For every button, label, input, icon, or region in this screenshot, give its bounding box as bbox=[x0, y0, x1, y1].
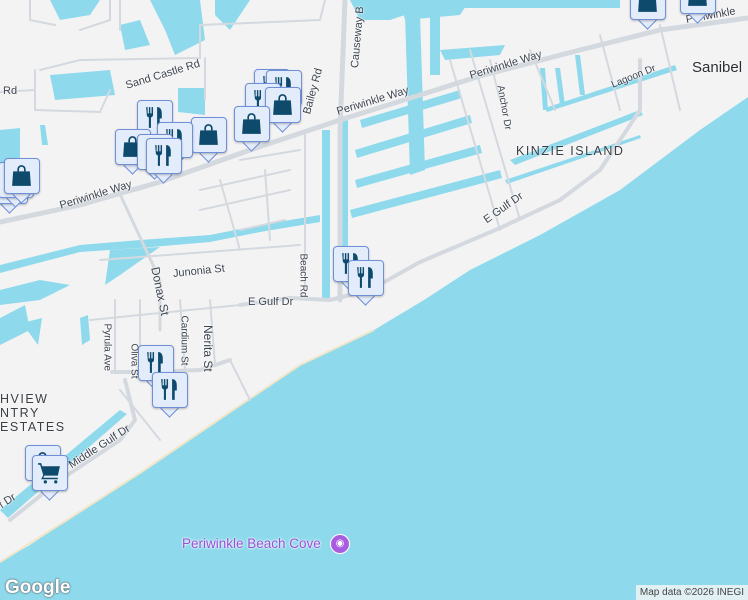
poi-label[interactable]: Periwinkle Beach Cove bbox=[182, 536, 321, 551]
road-label: Rd bbox=[3, 85, 18, 97]
shopping-marker[interactable] bbox=[191, 117, 227, 163]
restaurant-marker[interactable] bbox=[146, 138, 182, 184]
google-logo[interactable]: Google bbox=[5, 577, 70, 599]
road-label: Cardium St bbox=[178, 315, 190, 366]
road-label: Pyrula Ave bbox=[101, 323, 113, 372]
restaurant-marker[interactable] bbox=[152, 372, 188, 418]
shopping-marker[interactable] bbox=[680, 0, 716, 24]
area-label-kinzie-island: KINZIE ISLAND bbox=[516, 144, 625, 158]
shopping-marker[interactable] bbox=[265, 87, 301, 133]
road-label: Beach Rd bbox=[297, 253, 309, 298]
restaurant-marker[interactable] bbox=[348, 260, 384, 306]
shopping-marker[interactable] bbox=[630, 0, 666, 30]
area-label-estates: HVIEW NTRY ESTATES bbox=[0, 392, 66, 434]
map-attribution[interactable]: Map data ©2026 INEGI bbox=[635, 585, 748, 600]
road-label: Nerita St bbox=[201, 325, 215, 372]
road-label: E Gulf Dr bbox=[248, 296, 294, 308]
city-label-sanibel: Sanibel bbox=[692, 59, 743, 76]
shopping-marker[interactable] bbox=[234, 106, 270, 152]
shopping-marker[interactable] bbox=[4, 158, 40, 204]
grocery-marker[interactable] bbox=[32, 455, 68, 501]
camera-icon[interactable]: ◉ bbox=[330, 534, 350, 554]
